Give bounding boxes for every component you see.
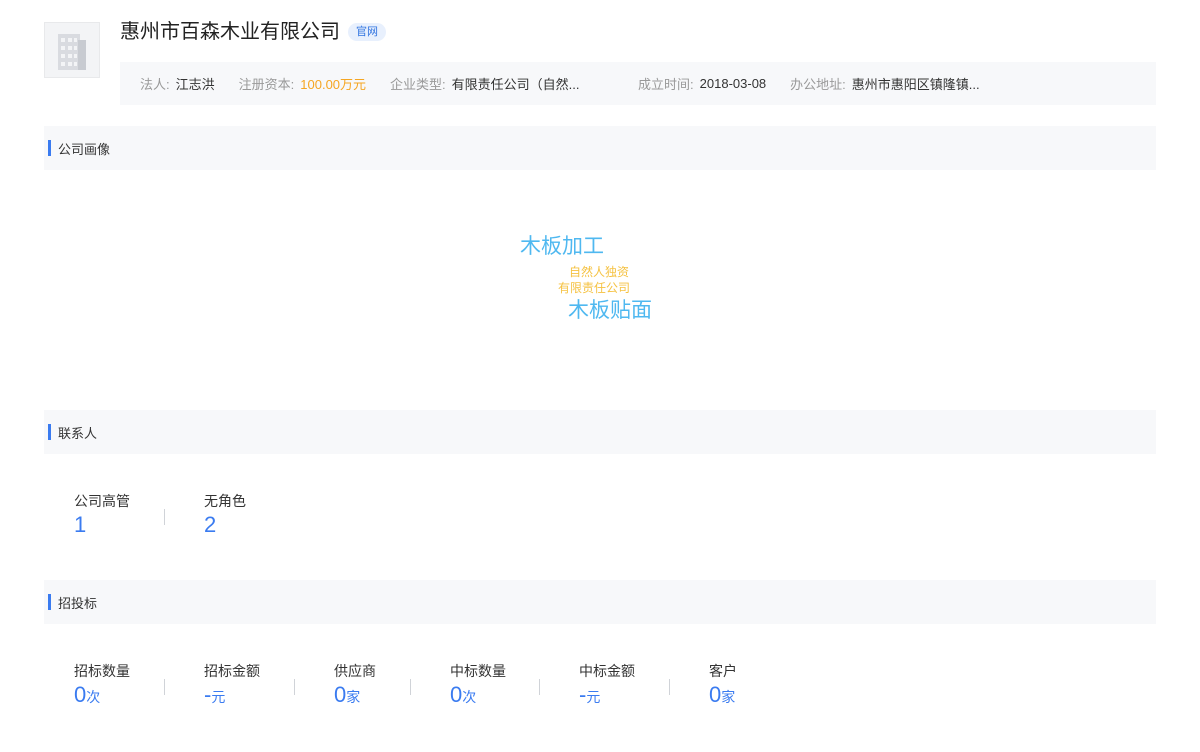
company-header: 惠州市百森木业有限公司 官网	[120, 18, 386, 46]
bid-stat-customers[interactable]: 客户 0家	[709, 662, 737, 710]
founded-label: 成立时间:	[638, 77, 694, 92]
stat-label: 客户	[709, 663, 737, 679]
founded-item: 成立时间: 2018-03-08	[638, 74, 766, 93]
cloud-word: 自然人独资	[569, 265, 630, 279]
stat-label: 招标金额	[204, 663, 260, 679]
company-type-value: 有限责任公司（自然...	[451, 77, 580, 92]
bid-stat-tender-count[interactable]: 招标数量 0次	[74, 662, 130, 710]
portrait-section-title: 公司画像	[58, 141, 111, 157]
stat-unit: 元	[586, 689, 601, 705]
stat-unit: 家	[346, 689, 361, 705]
stat-divider	[164, 679, 165, 695]
stat-label: 中标数量	[450, 663, 506, 679]
official-site-badge[interactable]: 官网	[348, 23, 386, 41]
founded-value: 2018-03-08	[699, 76, 767, 91]
bid-stat-tender-amount[interactable]: 招标金额 -元	[204, 662, 260, 710]
contacts-section-header: 联系人	[44, 410, 1156, 454]
stat-value: 0次	[450, 682, 506, 710]
bid-stat-suppliers[interactable]: 供应商 0家	[334, 662, 376, 710]
stat-number: 0	[74, 682, 87, 707]
contact-stat-executives[interactable]: 公司高管 1	[74, 492, 130, 538]
legal-person-item: 法人: 江志洪	[140, 74, 215, 93]
company-name: 惠州市百森木业有限公司	[120, 21, 340, 43]
stat-value: 1	[74, 512, 87, 537]
legal-person-label: 法人:	[140, 77, 170, 92]
bid-stat-win-amount[interactable]: 中标金额 -元	[579, 662, 635, 710]
stat-number: 0	[334, 682, 347, 707]
stat-divider	[294, 679, 295, 695]
stat-unit: 家	[721, 689, 736, 705]
stat-unit: 次	[462, 689, 477, 705]
bid-stat-win-count[interactable]: 中标数量 0次	[450, 662, 506, 710]
stat-unit: 元	[211, 689, 226, 705]
stat-divider	[164, 509, 165, 525]
stat-divider	[539, 679, 540, 695]
stat-divider	[669, 679, 670, 695]
stat-number: 0	[450, 682, 463, 707]
stat-value: 0家	[709, 682, 737, 710]
capital-item: 注册资本: 100.00万元	[239, 74, 366, 93]
section-accent-bar	[48, 594, 51, 610]
address-label: 办公地址:	[790, 77, 846, 92]
stat-value: 2	[204, 512, 217, 537]
stat-value: -元	[204, 682, 260, 710]
stat-label: 供应商	[334, 663, 376, 679]
contacts-section-title: 联系人	[58, 425, 98, 441]
company-info-bar: 法人: 江志洪 注册资本: 100.00万元 企业类型: 有限责任公司（自然..…	[120, 62, 1156, 105]
cloud-word: 木板贴面	[568, 299, 652, 322]
capital-value: 100.00万元	[300, 77, 367, 92]
stat-label: 中标金额	[579, 663, 635, 679]
company-logo	[44, 22, 100, 78]
stat-value: 0次	[74, 682, 130, 710]
stat-number: 0	[709, 682, 722, 707]
bidding-section-header: 招投标	[44, 580, 1156, 624]
stat-divider	[410, 679, 411, 695]
building-icon	[58, 34, 86, 70]
section-accent-bar	[48, 140, 51, 156]
stat-label: 招标数量	[74, 663, 130, 679]
company-type-item: 企业类型: 有限责任公司（自然...	[390, 74, 620, 93]
cloud-word: 木板加工	[520, 235, 604, 258]
contact-stat-no-role[interactable]: 无角色 2	[204, 492, 246, 538]
stat-value: -元	[579, 682, 635, 710]
address-item: 办公地址: 惠州市惠阳区镇隆镇...	[790, 74, 979, 93]
address-value: 惠州市惠阳区镇隆镇...	[851, 77, 980, 92]
stat-label: 无角色	[204, 493, 246, 509]
section-accent-bar	[48, 424, 51, 440]
stat-label: 公司高管	[74, 493, 130, 509]
legal-person-value[interactable]: 江志洪	[176, 74, 215, 93]
portrait-section-header: 公司画像	[44, 126, 1156, 170]
company-type-label: 企业类型:	[390, 77, 446, 92]
stat-value: 0家	[334, 682, 376, 710]
stat-unit: 次	[86, 689, 101, 705]
capital-label: 注册资本:	[238, 77, 295, 92]
bidding-section-title: 招投标	[58, 595, 98, 611]
